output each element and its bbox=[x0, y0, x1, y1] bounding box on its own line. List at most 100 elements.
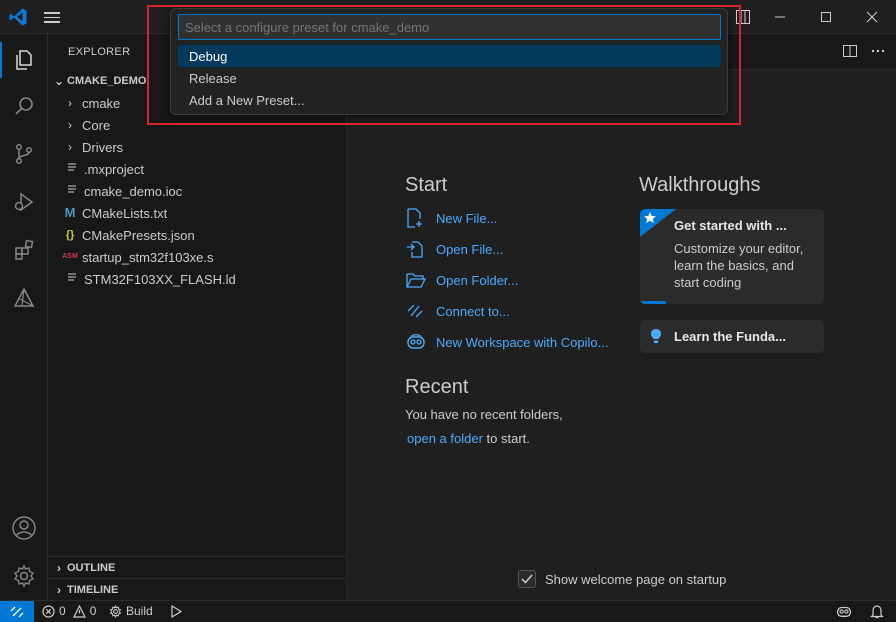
open-folder-link[interactable]: open a folder bbox=[407, 431, 483, 446]
explorer-sidebar: EXPLORER ⌄ CMAKE_DEMO › cmake › Core › D… bbox=[48, 34, 347, 600]
preset-option-debug[interactable]: Debug bbox=[178, 45, 721, 67]
build-button[interactable]: Build bbox=[109, 604, 153, 618]
tree-item-mxproject[interactable]: .mxproject bbox=[48, 158, 347, 180]
show-on-startup-checkbox[interactable] bbox=[518, 570, 536, 588]
tree-item-label: startup_stm32f103xe.s bbox=[82, 249, 214, 265]
notifications-button[interactable] bbox=[870, 604, 884, 622]
walkthrough-title: Get started with ... bbox=[674, 218, 787, 233]
tree-item-label: Core bbox=[82, 117, 111, 133]
tree-item-startup-asm[interactable]: ASM startup_stm32f103xe.s bbox=[48, 246, 347, 268]
walkthroughs-heading: Walkthroughs bbox=[639, 174, 761, 196]
walkthrough-get-started-card[interactable]: Get started with ... Customize your edit… bbox=[640, 209, 824, 304]
tree-item-cmakepresets[interactable]: {} CMakePresets.json bbox=[48, 224, 347, 246]
open-file-link[interactable]: Open File... bbox=[406, 238, 503, 260]
open-file-icon bbox=[406, 239, 428, 259]
copilot-icon bbox=[836, 606, 852, 617]
featured-star-icon bbox=[640, 209, 676, 237]
recent-open-folder-row: open a folder to start. bbox=[407, 431, 530, 446]
activity-bar bbox=[0, 34, 48, 600]
configure-preset-quick-pick: Debug Release Add a New Preset... bbox=[170, 8, 728, 115]
recent-heading: Recent bbox=[405, 376, 469, 398]
walkthrough-progress-bar bbox=[640, 301, 666, 304]
walkthrough-description: Customize your editor, learn the basics,… bbox=[674, 241, 804, 290]
new-file-icon bbox=[406, 208, 428, 228]
chevron-right-icon: › bbox=[57, 560, 61, 575]
show-on-startup-label: Show welcome page on startup bbox=[545, 571, 727, 587]
run-launch-button[interactable] bbox=[170, 604, 183, 621]
recent-empty-text: You have no recent folders, bbox=[405, 407, 563, 422]
new-workspace-copilot-link[interactable]: New Workspace with Copilo... bbox=[406, 331, 608, 353]
tree-item-core[interactable]: › Core bbox=[48, 114, 347, 136]
open-folder-link[interactable]: Open Folder... bbox=[406, 269, 518, 291]
gear-icon bbox=[109, 604, 122, 618]
play-icon bbox=[171, 604, 183, 619]
chevron-right-icon: › bbox=[57, 582, 61, 597]
start-item-label: Open File... bbox=[436, 241, 504, 257]
lines-file-icon bbox=[64, 183, 80, 199]
settings-gear-icon[interactable] bbox=[0, 554, 48, 598]
tree-item-drivers[interactable]: › Drivers bbox=[48, 136, 347, 158]
split-editor-icon[interactable] bbox=[842, 43, 858, 62]
tree-item-linker-script[interactable]: STM32F103XX_FLASH.ld bbox=[48, 268, 347, 290]
remote-indicator[interactable] bbox=[0, 601, 34, 622]
show-on-startup-row: Show welcome page on startup bbox=[518, 570, 726, 588]
copilot-status-button[interactable] bbox=[836, 604, 852, 622]
walkthrough-title: Learn the Funda... bbox=[674, 329, 786, 344]
cmake-icon[interactable] bbox=[0, 276, 48, 320]
maximize-button[interactable] bbox=[803, 0, 849, 34]
copilot-icon bbox=[406, 332, 428, 352]
tree-item-label: cmake bbox=[82, 95, 121, 111]
outline-section[interactable]: › OUTLINE bbox=[48, 556, 347, 578]
close-button[interactable] bbox=[849, 0, 895, 34]
remote-icon bbox=[10, 606, 24, 618]
warning-count: 0 bbox=[89, 604, 97, 618]
status-bar: 0 0 Build bbox=[0, 600, 896, 622]
json-braces-icon: {} bbox=[65, 229, 75, 241]
source-control-icon[interactable] bbox=[0, 132, 48, 176]
problems-indicator[interactable]: 0 0 bbox=[42, 604, 96, 618]
more-actions-icon[interactable] bbox=[870, 43, 886, 62]
remote-connect-icon bbox=[406, 301, 428, 321]
outline-label: OUTLINE bbox=[67, 561, 116, 574]
editor-actions bbox=[842, 43, 886, 62]
account-icon[interactable] bbox=[0, 506, 48, 550]
extensions-icon[interactable] bbox=[0, 228, 48, 272]
error-icon bbox=[42, 604, 55, 618]
asm-icon: ASM bbox=[62, 253, 78, 260]
start-item-label: Connect to... bbox=[436, 303, 510, 319]
bell-icon bbox=[870, 605, 884, 619]
minimize-button[interactable] bbox=[757, 0, 803, 34]
warning-icon bbox=[72, 604, 86, 618]
search-icon[interactable] bbox=[0, 84, 48, 128]
run-debug-icon[interactable] bbox=[0, 180, 48, 224]
menu-hamburger-icon[interactable] bbox=[44, 9, 64, 25]
recent-suffix-text: to start. bbox=[486, 431, 530, 446]
build-label: Build bbox=[126, 604, 153, 618]
preset-search-input[interactable] bbox=[178, 14, 721, 40]
tree-item-cmakelists[interactable]: M CMakeLists.txt bbox=[48, 202, 347, 224]
explorer-files-icon[interactable] bbox=[0, 38, 48, 82]
walkthrough-fundamentals-card[interactable]: Learn the Funda... bbox=[640, 320, 824, 353]
lines-file-icon bbox=[64, 271, 80, 287]
preset-option-add-new[interactable]: Add a New Preset... bbox=[178, 89, 721, 111]
timeline-label: TIMELINE bbox=[67, 583, 119, 596]
checkmark-icon bbox=[521, 574, 533, 584]
error-count: 0 bbox=[59, 604, 66, 618]
root-folder-label: CMAKE_DEMO bbox=[67, 75, 147, 87]
open-folder-icon bbox=[406, 270, 428, 290]
tree-item-label: cmake_demo.ioc bbox=[84, 183, 183, 199]
connect-to-link[interactable]: Connect to... bbox=[406, 300, 510, 322]
vscode-logo-icon bbox=[8, 7, 28, 27]
lines-file-icon bbox=[64, 161, 80, 177]
preset-option-release[interactable]: Release bbox=[178, 67, 721, 89]
new-file-link[interactable]: New File... bbox=[406, 207, 497, 229]
editor-area: Start New File... Open File... Open Fold… bbox=[348, 34, 896, 600]
start-heading: Start bbox=[405, 174, 448, 196]
start-item-label: New Workspace with Copilo... bbox=[436, 334, 609, 350]
tree-item-label: Drivers bbox=[82, 139, 124, 155]
chevron-down-icon: ⌄ bbox=[53, 74, 65, 88]
tree-item-label: CMakeLists.txt bbox=[82, 205, 168, 221]
timeline-section[interactable]: › TIMELINE bbox=[48, 578, 347, 600]
tree-item-ioc[interactable]: cmake_demo.ioc bbox=[48, 180, 347, 202]
tree-item-label: .mxproject bbox=[84, 161, 144, 177]
